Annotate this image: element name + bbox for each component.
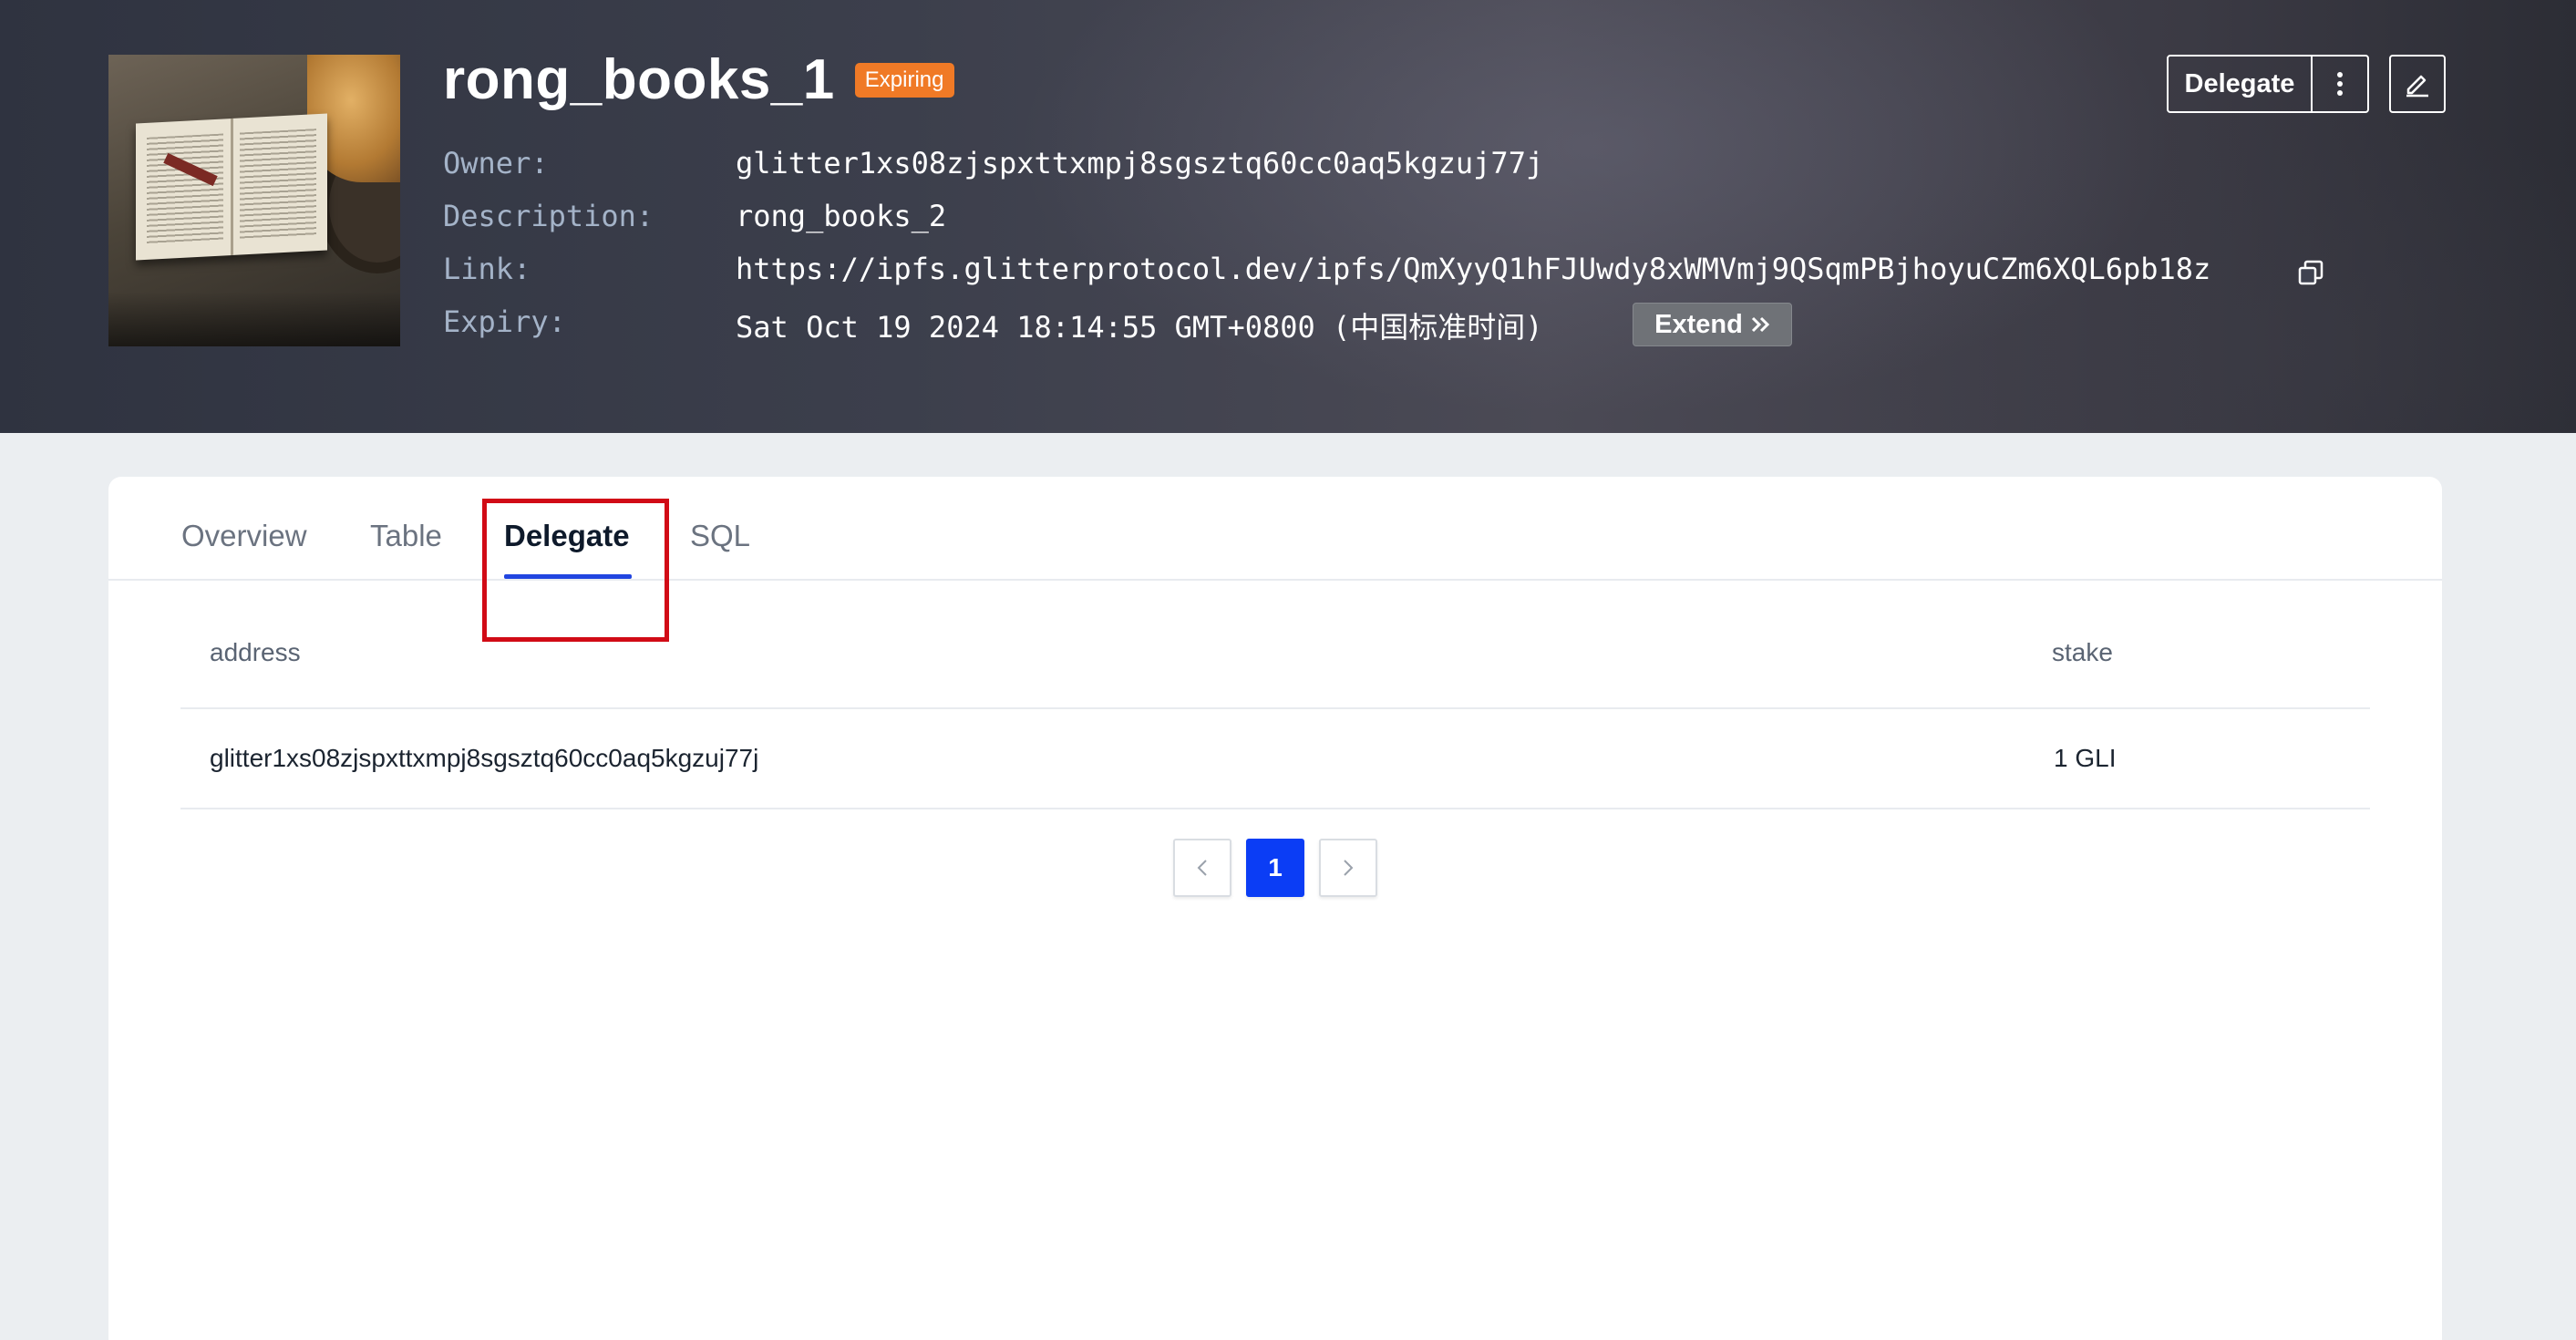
expiry-label: Expiry: [443,304,566,339]
owner-label: Owner: [443,146,549,180]
header-banner: rong_books_1 Expiring Owner: glitter1xs0… [0,0,2576,433]
delegate-button-group: Delegate [2167,55,2369,113]
owner-value: glitter1xs08zjspxttxmpj8sgsztq60cc0aq5kg… [736,146,1544,180]
tab-table[interactable]: Table [370,519,442,553]
link-label: Link: [443,252,531,286]
more-vertical-icon [2337,72,2343,96]
table-header: address stake [180,611,2370,709]
extend-label: Extend [1654,309,1743,339]
status-badge: Expiring [854,62,954,98]
cell-stake: 1 GLI [2054,744,2117,772]
pencil-icon [2406,75,2428,98]
copy-icon[interactable] [2297,259,2324,286]
chevron-right-icon [1344,860,1354,876]
next-page-button[interactable] [1319,839,1377,897]
active-tab-indicator [504,574,632,579]
table-row: glitter1xs08zjspxttxmpj8sgsztq60cc0aq5kg… [180,709,2370,809]
title-row: rong_books_1 Expiring [443,47,954,112]
tab-bar: Overview Table Delegate SQL [108,477,2442,581]
tab-overview[interactable]: Overview [181,519,307,553]
chevron-left-icon [1197,860,1207,876]
tab-delegate[interactable]: Delegate [504,519,630,553]
link-value[interactable]: https://ipfs.glitterprotocol.dev/ipfs/Qm… [736,252,2210,286]
page-button-current[interactable]: 1 [1246,839,1304,897]
delegate-table: address stake glitter1xs08zjspxttxmpj8sg… [180,611,2370,809]
column-header-address: address [210,638,301,666]
more-options-button[interactable] [2311,57,2367,111]
tab-sql[interactable]: SQL [690,519,750,553]
header-actions: Delegate [2167,55,2446,113]
column-header-stake: stake [2052,638,2113,666]
dataset-cover-image [108,55,400,346]
prev-page-button[interactable] [1173,839,1231,897]
edit-button[interactable] [2389,55,2446,113]
page-title: rong_books_1 [443,48,835,111]
double-chevron-right-icon [1751,316,1769,333]
description-label: Description: [443,199,654,233]
cell-address: glitter1xs08zjspxttxmpj8sgsztq60cc0aq5kg… [210,744,759,772]
expiry-value: Sat Oct 19 2024 18:14:55 GMT+0800 (中国标准时… [736,310,1543,345]
pagination: 1 [1173,839,1377,897]
description-value: rong_books_2 [736,199,947,233]
delegate-button[interactable]: Delegate [2169,57,2311,111]
content-card: Overview Table Delegate SQL address stak… [108,477,2442,1340]
extend-button[interactable]: Extend [1633,303,1792,346]
